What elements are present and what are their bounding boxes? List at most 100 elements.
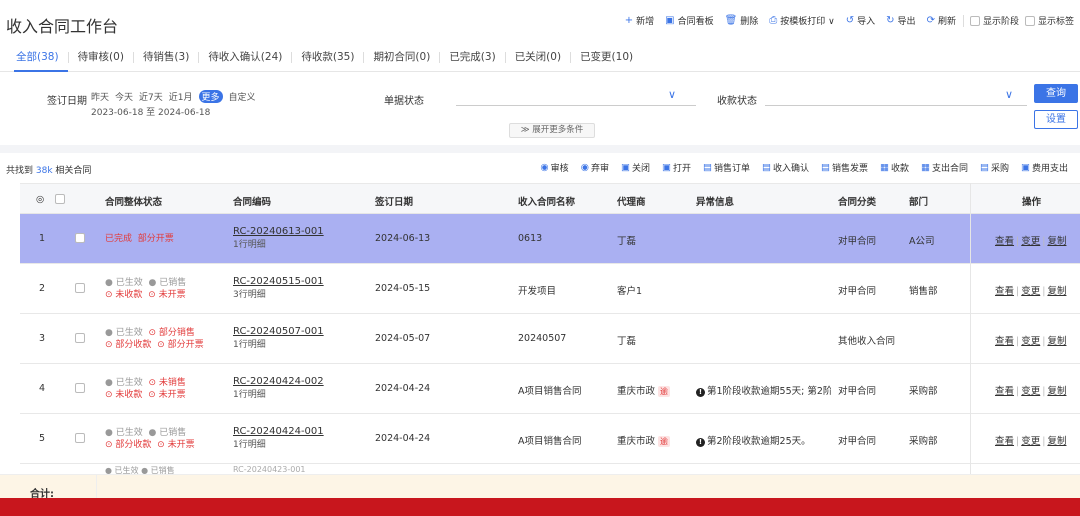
quick-more[interactable]: 更多 bbox=[198, 90, 223, 103]
header-status: 合同整体状态 bbox=[105, 197, 163, 208]
tab-pending-income-confirm[interactable]: 待收入确认(24) bbox=[199, 52, 293, 63]
active-tab-underline bbox=[14, 70, 68, 72]
view-link[interactable]: 查看 bbox=[995, 236, 1014, 247]
tab-pending-collection[interactable]: 待收款(35) bbox=[292, 52, 365, 63]
show-stage-checkbox[interactable]: 显示阶段 bbox=[969, 14, 1019, 27]
income-contract-workbench: 收入合同工作台 + 新增 ▣ 合同看板 🗑 删除 ⎙ 按模板打印 ∨ ↺ 导入 ↻ 导出 ⟳… bbox=[0, 0, 1080, 516]
pay-contract-button[interactable]: ▦ 支出合同 bbox=[921, 161, 968, 174]
contract-code[interactable]: RC-20240424-001 1行明细 bbox=[233, 426, 324, 450]
select-all-checkbox[interactable] bbox=[55, 193, 68, 204]
view-link[interactable]: 查看 bbox=[995, 286, 1014, 297]
audit-button[interactable]: ◉ 审核 bbox=[540, 161, 568, 174]
contract-code[interactable]: RC-20240507-001 1行明细 bbox=[233, 326, 324, 350]
expense-button[interactable]: ▣ 费用支出 bbox=[1021, 161, 1068, 174]
agent: 重庆市政逾 bbox=[617, 386, 671, 397]
contract-code[interactable]: RC-20240424-002 1行明细 bbox=[233, 376, 324, 400]
row-number: 5 bbox=[39, 433, 46, 444]
tab-opening-contracts[interactable]: 期初合同(0) bbox=[364, 52, 441, 63]
income-confirm-button[interactable]: ▤ 收入确认 bbox=[762, 161, 809, 174]
quick-today[interactable]: 今天 bbox=[115, 90, 133, 103]
overdue-tag: 逾 bbox=[658, 386, 671, 397]
contract-category: 其他收入合同 bbox=[838, 336, 896, 347]
export-button[interactable]: ↻ 导出 bbox=[886, 14, 915, 27]
print-template-button[interactable]: ⎙ 按模板打印 ∨ bbox=[769, 14, 834, 27]
status-tabs: 全部(38) 待审核(0) 待销售(3) 待收入确认(24) 待收款(35) 期… bbox=[0, 44, 1080, 72]
tab-pending-sale[interactable]: 待销售(3) bbox=[134, 52, 200, 63]
row-checkbox[interactable] bbox=[75, 283, 85, 293]
collect-button[interactable]: ▦ 收款 bbox=[880, 161, 909, 174]
quick-yesterday[interactable]: 昨天 bbox=[91, 90, 109, 103]
contract-code[interactable]: RC-20240515-001 3行明细 bbox=[233, 276, 324, 300]
contract-category: 对甲合同 bbox=[838, 286, 877, 297]
copy-link[interactable]: 复制 bbox=[1047, 386, 1066, 397]
tab-all[interactable]: 全部(38) bbox=[10, 52, 69, 63]
status-dot-icon: ● bbox=[105, 428, 113, 438]
department: 销售部 bbox=[909, 286, 938, 297]
change-link[interactable]: 变更 bbox=[1021, 386, 1040, 397]
contract-code[interactable]: RC-20240613-001 1行明细 bbox=[233, 226, 324, 250]
view-link[interactable]: 查看 bbox=[995, 436, 1014, 447]
table-row[interactable]: 4 ● 已生效 ⊙ 未销售 ⊙ 未收款 ⊙ 未开票 RC-20240424-002… bbox=[20, 364, 1080, 414]
status-dot-icon: ● bbox=[105, 278, 113, 288]
chevron-down-icon[interactable]: ∨ bbox=[668, 88, 676, 101]
tab-completed[interactable]: 已完成(3) bbox=[440, 52, 506, 63]
view-link[interactable]: 查看 bbox=[995, 386, 1014, 397]
date-quick-options: 昨天 今天 近7天 近1月 更多 自定义 bbox=[91, 90, 262, 103]
quick-custom[interactable]: 自定义 bbox=[229, 90, 256, 103]
change-link[interactable]: 变更 bbox=[1021, 336, 1040, 347]
status-dot-icon: ⊙ bbox=[105, 440, 113, 450]
row-checkbox[interactable] bbox=[75, 383, 85, 393]
change-link[interactable]: 变更 bbox=[1021, 436, 1040, 447]
copy-link[interactable]: 复制 bbox=[1047, 286, 1066, 297]
row-number: 2 bbox=[39, 283, 46, 294]
refresh-button[interactable]: ⟳ 刷新 bbox=[927, 14, 956, 27]
overdue-tag: 逾 bbox=[658, 436, 671, 447]
change-link[interactable]: 变更 bbox=[1021, 286, 1040, 297]
table-row[interactable]: 5 ● 已生效 ● 已销售 ⊙ 部分收款 ⊙ 未开票 RC-20240424-00… bbox=[20, 414, 1080, 464]
status-line: 已完成 部分开票 bbox=[105, 234, 174, 244]
collect-status-select[interactable] bbox=[765, 105, 1027, 106]
doc-status-select[interactable] bbox=[456, 105, 696, 106]
sales-order-button[interactable]: ▤ 销售订单 bbox=[703, 161, 750, 174]
purchase-button[interactable]: ▤ 采购 bbox=[980, 161, 1009, 174]
column-settings-icon[interactable]: ◎ bbox=[36, 194, 44, 205]
query-button[interactable]: 查询 bbox=[1034, 84, 1078, 103]
close-doc-button[interactable]: ▣ 关闭 bbox=[621, 161, 650, 174]
import-button[interactable]: ↺ 导入 bbox=[846, 14, 875, 27]
expand-more-button[interactable]: ≫ 展开更多条件 bbox=[509, 123, 595, 138]
change-link[interactable]: 变更 bbox=[1021, 236, 1040, 247]
header-category: 合同分类 bbox=[838, 197, 877, 208]
delete-button[interactable]: 🗑 删除 bbox=[725, 14, 759, 27]
quick-7days[interactable]: 近7天 bbox=[139, 90, 163, 103]
row-checkbox[interactable] bbox=[75, 333, 85, 343]
row-checkbox[interactable] bbox=[75, 433, 85, 443]
tab-closed[interactable]: 已关闭(0) bbox=[506, 52, 572, 63]
tab-changed[interactable]: 已变更(10) bbox=[571, 52, 642, 63]
table-header: ◎ 合同整体状态 合同编码 签订日期 收入合同名称 代理商 异常信息 合同分类 … bbox=[20, 183, 1080, 214]
copy-link[interactable]: 复制 bbox=[1047, 236, 1066, 247]
table-row[interactable]: 3 ● 已生效 ⊙ 部分销售 ⊙ 部分收款 ⊙ 部分开票 RC-20240507-… bbox=[20, 314, 1080, 364]
table-row[interactable]: 2 ● 已生效 ● 已销售 ⊙ 未收款 ⊙ 未开票 RC-20240515-001… bbox=[20, 264, 1080, 314]
tab-pending-review[interactable]: 待审核(0) bbox=[69, 52, 134, 63]
unaudit-button[interactable]: ◉ 弃审 bbox=[581, 161, 609, 174]
copy-link[interactable]: 复制 bbox=[1047, 436, 1066, 447]
status-dot-icon: ⊙ bbox=[148, 390, 156, 400]
show-tag-checkbox[interactable]: 显示标签 bbox=[1024, 14, 1074, 27]
sales-invoice-button[interactable]: ▤ 销售发票 bbox=[821, 161, 868, 174]
copy-link[interactable]: 复制 bbox=[1047, 336, 1066, 347]
table-row[interactable]: 1 已完成 部分开票 RC-20240613-001 1行明细 2024-06-13 0… bbox=[20, 214, 1080, 264]
open-doc-button[interactable]: ▣ 打开 bbox=[662, 161, 691, 174]
printer-icon: ⎙ bbox=[769, 15, 778, 26]
date-range-value[interactable]: 2023-06-18 至 2024-06-18 bbox=[91, 105, 210, 118]
view-link[interactable]: 查看 bbox=[995, 336, 1014, 347]
audit-icon: ◉ bbox=[540, 162, 549, 173]
quick-1month[interactable]: 近1月 bbox=[169, 90, 193, 103]
board-icon: ▣ bbox=[665, 15, 675, 26]
contract-board-button[interactable]: ▣ 合同看板 bbox=[665, 14, 713, 27]
row-checkbox[interactable] bbox=[75, 233, 85, 243]
settings-button[interactable]: 设置 bbox=[1034, 110, 1078, 129]
import-icon: ↺ bbox=[845, 15, 855, 26]
header-dept: 部门 bbox=[909, 197, 929, 208]
add-button[interactable]: + 新增 bbox=[625, 14, 654, 27]
chevron-down-icon[interactable]: ∨ bbox=[1005, 88, 1013, 101]
